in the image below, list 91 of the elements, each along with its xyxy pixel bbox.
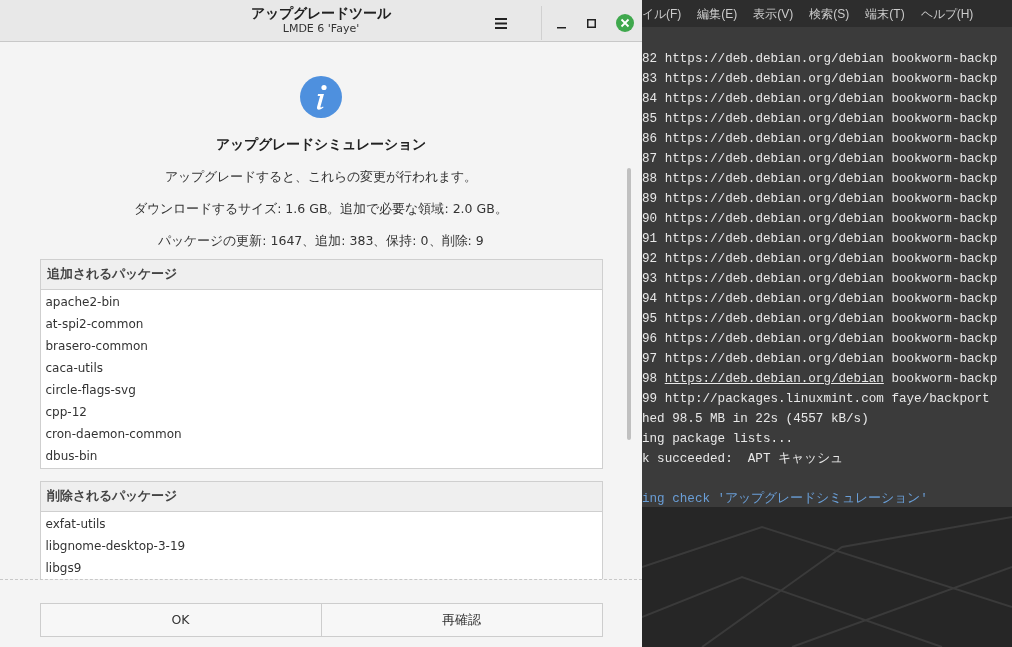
terminal-text: bookworm-backp <box>891 232 998 246</box>
terminal-text: ing check 'アップグレードシミュレーション' <box>642 492 928 506</box>
dialog-button[interactable]: OK <box>39 603 322 637</box>
terminal-link[interactable]: https://deb.debian.org/debian <box>664 352 884 366</box>
terminal-text: bookworm-backp <box>891 52 998 66</box>
info-icon <box>300 76 342 118</box>
line-number: 88 <box>642 172 658 186</box>
menu-icon[interactable] <box>495 17 507 29</box>
line-number: 89 <box>642 192 658 206</box>
package-item[interactable]: exfat-utils <box>40 512 602 535</box>
minimize-icon[interactable] <box>557 26 566 29</box>
terminal-link[interactable]: https://deb.debian.org/debian <box>664 92 884 106</box>
terminal-link[interactable]: https://deb.debian.org/debian <box>664 332 884 346</box>
terminal-text: bookworm-backp <box>891 132 998 146</box>
terminal-link[interactable]: https://deb.debian.org/debian <box>664 232 884 246</box>
package-item[interactable]: at-spi2-common <box>40 313 602 335</box>
terminal-text: bookworm-backp <box>891 172 998 186</box>
package-item[interactable]: libgs9 <box>40 556 602 579</box>
terminal-text: bookworm-backp <box>891 272 998 286</box>
terminal-link[interactable]: https://deb.debian.org/debian <box>664 172 884 186</box>
line-number: 84 <box>642 92 658 106</box>
terminal-text: bookworm-backp <box>891 252 998 266</box>
dialog-heading: アップグレードシミュレーション <box>216 135 426 154</box>
terminal-text: ing package lists... <box>642 432 794 446</box>
terminal-link[interactable]: https://deb.debian.org/debian <box>664 72 884 86</box>
line-number: 99 <box>642 392 658 406</box>
menu-item[interactable]: 表示(V) <box>753 4 794 23</box>
line-number: 90 <box>642 212 658 226</box>
terminal-link[interactable]: https://deb.debian.org/debian <box>664 272 884 286</box>
package-item[interactable]: circle-flags-svg <box>40 379 602 401</box>
line-number: 92 <box>642 252 658 266</box>
terminal-text: bookworm-backp <box>891 292 998 306</box>
menu-item[interactable]: イル(F) <box>642 4 682 23</box>
window-title: アップグレードツール <box>251 5 391 22</box>
terminal-text: bookworm-backp <box>891 192 998 206</box>
terminal-link[interactable]: https://deb.debian.org/debian <box>664 372 884 386</box>
terminal-text: bookworm-backp <box>891 112 998 126</box>
line-number: 94 <box>642 292 658 306</box>
window-subtitle: LMDE 6 'Faye' <box>282 23 360 36</box>
terminal-text: bookworm-backp <box>891 72 998 86</box>
terminal-link[interactable]: https://deb.debian.org/debian <box>664 252 884 266</box>
terminal-text: faye/backport <box>891 392 990 406</box>
dialog-button[interactable]: 再確認 <box>321 603 603 637</box>
line-number: 91 <box>642 232 658 246</box>
line-number: 82 <box>642 52 658 66</box>
maximize-icon[interactable] <box>587 18 596 28</box>
terminal-link[interactable]: https://deb.debian.org/debian <box>664 192 884 206</box>
info-text: アップグレードすると、これらの変更が行われます。 <box>165 168 477 187</box>
terminal-text: bookworm-backp <box>891 312 998 326</box>
terminal-link[interactable]: https://deb.debian.org/debian <box>664 112 884 126</box>
package-item[interactable]: cpp-12 <box>40 401 602 423</box>
terminal-link[interactable]: https://deb.debian.org/debian <box>664 152 884 166</box>
line-number: 93 <box>642 272 658 286</box>
terminal-link[interactable]: https://deb.debian.org/debian <box>664 52 884 66</box>
terminal-link[interactable]: http://packages.linuxmint.com <box>664 392 884 406</box>
terminal-text: bookworm-backp <box>891 372 998 386</box>
package-item[interactable]: dbus-bin <box>40 445 602 467</box>
terminal-text: k succeeded: APT キャッシュ <box>642 452 844 466</box>
package-item[interactable]: caca-utils <box>40 357 602 379</box>
info-text: ダウンロードするサイズ: 1.6 GB。追加で必要な領域: 2.0 GB。 <box>134 200 508 219</box>
line-number: 97 <box>642 352 658 366</box>
line-number: 83 <box>642 72 658 86</box>
terminal-link[interactable]: https://deb.debian.org/debian <box>664 312 884 326</box>
menu-item[interactable]: 検索(S) <box>809 4 850 23</box>
close-icon[interactable] <box>616 14 634 32</box>
terminal-link[interactable]: https://deb.debian.org/debian <box>664 292 884 306</box>
list-header: 削除されるパッケージ <box>40 482 602 512</box>
list-header: 追加されるパッケージ <box>40 260 602 290</box>
terminal-text: bookworm-backp <box>891 352 998 366</box>
terminal-text: bookworm-backp <box>891 92 998 106</box>
menu-item[interactable]: ヘルプ(H) <box>920 4 974 23</box>
terminal-text: bookworm-backp <box>891 212 998 226</box>
package-item[interactable]: brasero-common <box>40 335 602 357</box>
terminal-link[interactable]: https://deb.debian.org/debian <box>664 212 884 226</box>
info-text: パッケージの更新: 1647、追加: 383、保持: 0、削除: 9 <box>158 232 484 251</box>
line-number: 85 <box>642 112 658 126</box>
scrollbar[interactable] <box>627 168 631 440</box>
terminal-text: hed 98.5 MB in 22s (4557 kB/s) <box>642 412 869 426</box>
line-number: 86 <box>642 132 658 146</box>
line-number: 95 <box>642 312 658 326</box>
line-number: 96 <box>642 332 658 346</box>
line-number: 87 <box>642 152 658 166</box>
menu-item[interactable]: 編集(E) <box>697 4 738 23</box>
package-item[interactable]: apache2-bin <box>40 291 602 313</box>
package-item[interactable]: libgnome-desktop-3-19 <box>40 534 602 557</box>
terminal-link[interactable]: https://deb.debian.org/debian <box>664 132 884 146</box>
package-item[interactable]: cron-daemon-common <box>40 423 602 445</box>
terminal-text: bookworm-backp <box>891 152 998 166</box>
line-number: 98 <box>642 372 658 386</box>
menu-item[interactable]: 端末(T) <box>865 4 905 23</box>
terminal-text: bookworm-backp <box>891 332 998 346</box>
